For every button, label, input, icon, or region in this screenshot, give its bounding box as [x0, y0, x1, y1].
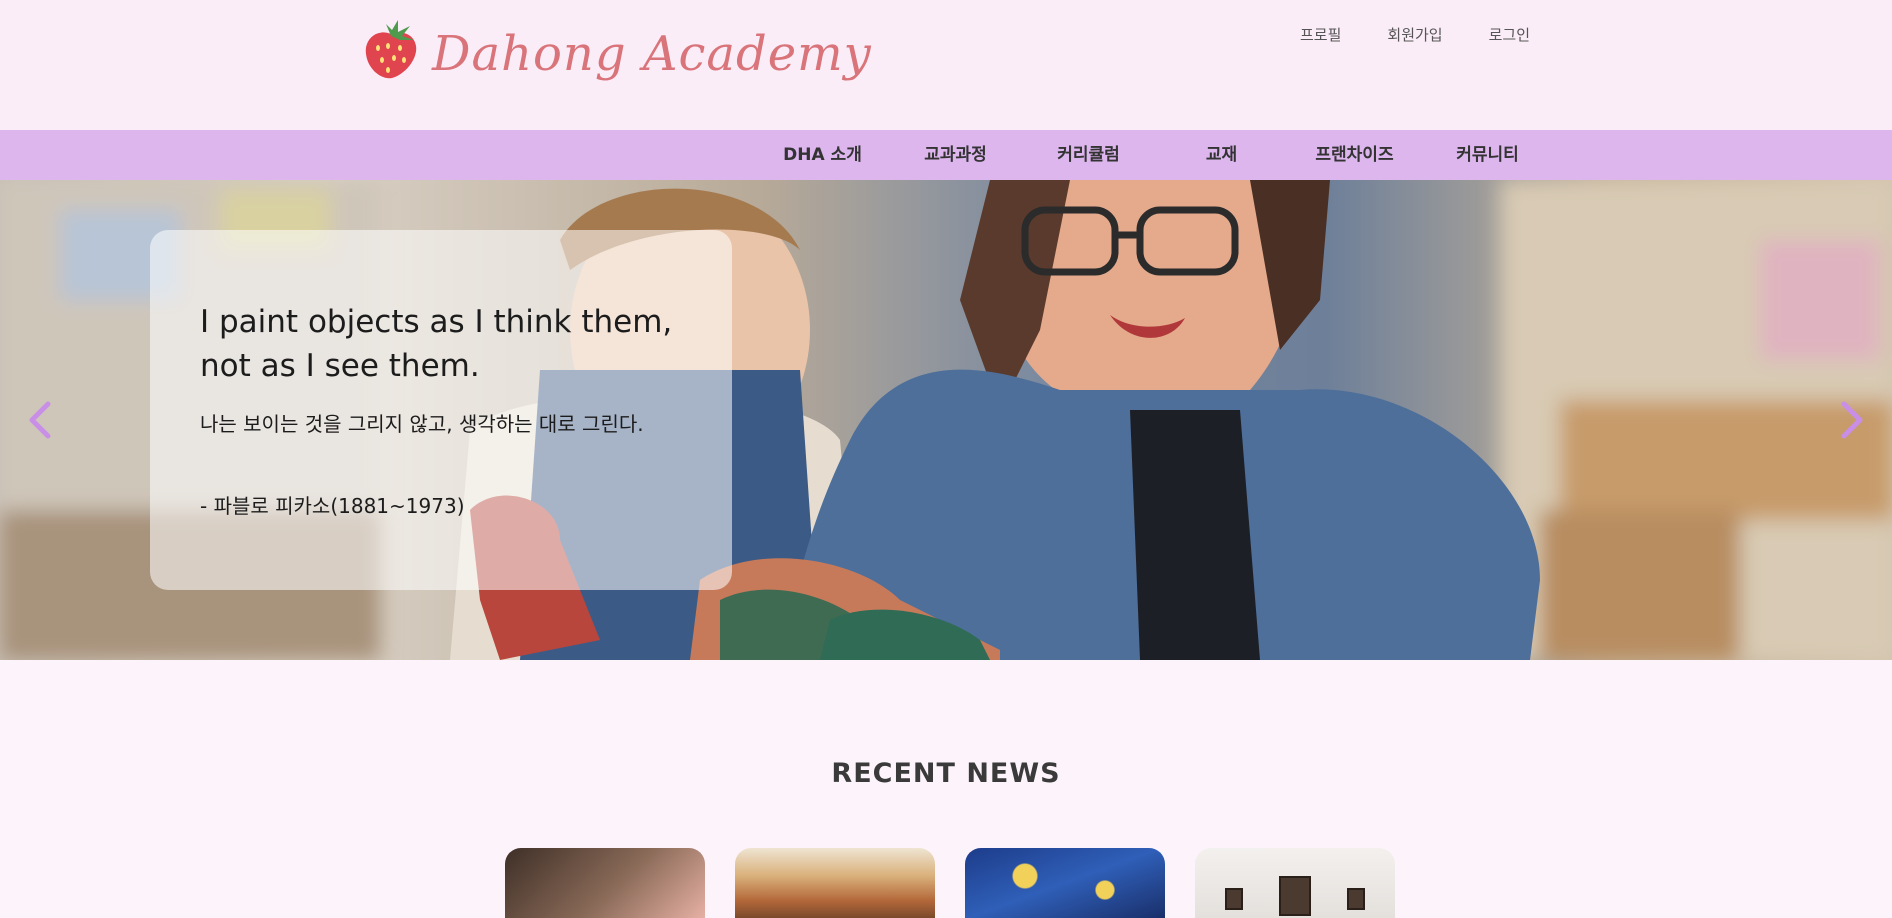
slider-prev-button[interactable]	[22, 400, 58, 440]
site-header: Dahong Academy 프로필 회원가입 로그인	[0, 0, 1892, 130]
chevron-left-icon	[29, 401, 51, 439]
profile-link[interactable]: 프로필	[1300, 24, 1341, 45]
nav-item-textbooks[interactable]: 교재	[1155, 130, 1288, 180]
nav-item-curriculum[interactable]: 커리큘럼	[1022, 130, 1155, 180]
strawberry-icon	[365, 20, 417, 79]
nav-item-community[interactable]: 커뮤니티	[1421, 130, 1554, 180]
main-nav: DHA 소개 교과과정 커리큘럼 교재 프랜차이즈 커뮤니티	[0, 130, 1892, 180]
signup-link[interactable]: 회원가입	[1387, 24, 1442, 45]
nav-item-about[interactable]: DHA 소개	[756, 130, 889, 180]
recent-news-title: RECENT NEWS	[831, 758, 1061, 789]
brand-logo[interactable]: Dahong Academy	[358, 18, 872, 84]
utility-nav: 프로필 회원가입 로그인	[1254, 24, 1530, 45]
nav-item-franchise[interactable]: 프랜차이즈	[1288, 130, 1421, 180]
slider-next-button[interactable]	[1834, 400, 1870, 440]
news-card-thumbnail[interactable]	[1195, 848, 1395, 918]
news-card-list	[505, 848, 1425, 918]
news-card-thumbnail[interactable]	[965, 848, 1165, 918]
nav-item-courses[interactable]: 교과과정	[889, 130, 1022, 180]
login-link[interactable]: 로그인	[1489, 24, 1530, 45]
frame-image	[1225, 888, 1243, 910]
frame-image	[1347, 888, 1365, 910]
quote-author: - 파블로 피카소(1881~1973)	[200, 494, 465, 518]
news-card-thumbnail[interactable]	[505, 848, 705, 918]
quote-korean: 나는 보이는 것을 그리지 않고, 생각하는 대로 그린다.	[200, 412, 644, 436]
brand-name: Dahong Academy	[432, 26, 872, 82]
chevron-right-icon	[1841, 401, 1863, 439]
frame-image	[1279, 876, 1311, 916]
quote-english: I paint objects as I think them, not as …	[200, 304, 673, 384]
hero-slider: I paint objects as I think them, not as …	[0, 180, 1892, 660]
quote-card: I paint objects as I think them, not as …	[150, 230, 732, 590]
news-card-thumbnail[interactable]	[735, 848, 935, 918]
